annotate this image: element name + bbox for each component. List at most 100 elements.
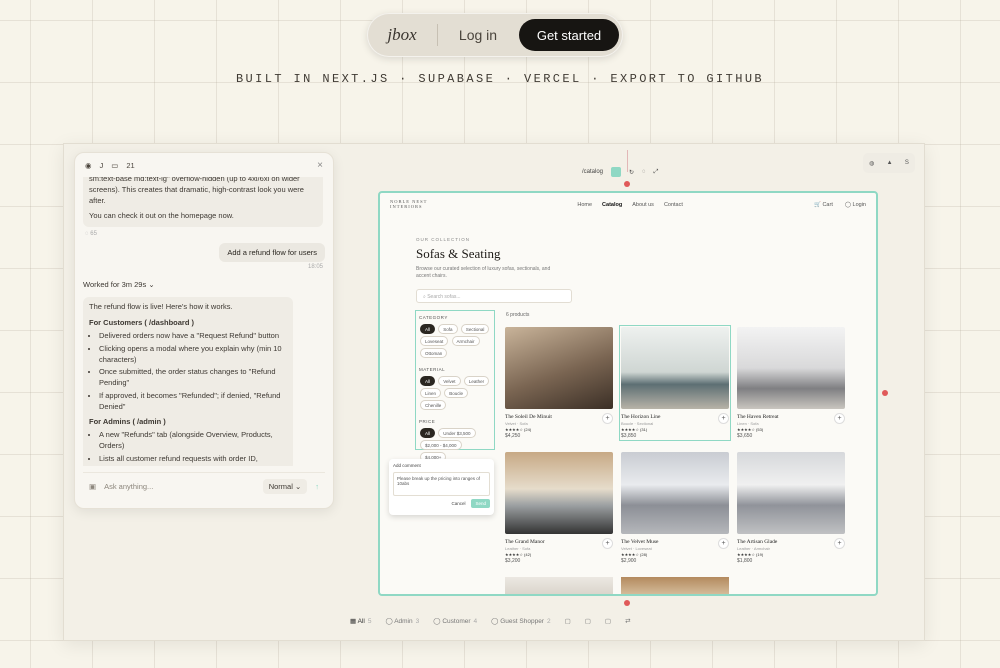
chat-panel: ◉ J ▭ 21 × sm:text-base md:text-lg" over…	[74, 152, 334, 509]
role-filter-bar: ▦ All 5 ◯ Admin 3 ◯ Customer 4 ◯ Guest Shop…	[350, 617, 631, 625]
product-image	[505, 577, 613, 594]
filter-chip[interactable]: $2,000 - $4,000	[420, 440, 462, 450]
product-name: The Grand Manor	[505, 539, 545, 545]
user-message: Add a refund flow for users	[219, 243, 325, 262]
role-tab-customer[interactable]: ◯ Customer 4	[433, 617, 477, 625]
add-to-cart-button[interactable]: +	[602, 538, 613, 549]
marker-dot	[624, 181, 630, 187]
nav-link-about[interactable]: About us	[632, 202, 654, 208]
nav-link-contact[interactable]: Contact	[664, 202, 683, 208]
comment-icon[interactable]: ▢	[565, 617, 571, 625]
product-meta: Velvet · Sofa	[505, 421, 528, 426]
attach-image-icon[interactable]: ▣	[89, 482, 96, 491]
filter-chip[interactable]: Boucle	[444, 388, 469, 398]
filter-chip[interactable]: Sofa	[438, 324, 458, 334]
login-link[interactable]: Log in	[438, 27, 518, 43]
filter-chip[interactable]: Under $3,500	[438, 428, 476, 438]
marker-dot	[882, 390, 888, 396]
page-title: Sofas & Seating	[416, 246, 501, 261]
nav-link-catalog[interactable]: Catalog	[602, 202, 622, 208]
mode-select[interactable]: Normal ⌄	[262, 479, 308, 494]
role-tab-guest[interactable]: ◯ Guest Shopper 2	[491, 617, 550, 625]
chevron-down-icon: ⌄	[148, 280, 155, 289]
list-item: If approved, it becomes "Refunded"; if d…	[99, 391, 287, 413]
filter-label: MATERIAL	[419, 367, 446, 372]
desktop-view-icon[interactable]	[611, 167, 622, 177]
product-price: $2,900	[621, 558, 637, 564]
send-arrow-icon[interactable]: ↑	[315, 482, 319, 491]
brand-logo[interactable]: jbox	[367, 25, 437, 45]
filter-chip[interactable]: All	[420, 428, 436, 438]
list-item: A new "Refunds" tab (alongside Overview,…	[99, 430, 287, 452]
worked-label: Worked for 3m 29s	[83, 280, 147, 289]
preview-toolbar: /catalog ↻ ◌ ⤢	[582, 167, 658, 177]
product-rating: ★★★★☆ (28)	[621, 552, 648, 557]
expand-icon[interactable]: ⤢	[654, 169, 659, 176]
product-price: $3,850	[621, 433, 637, 439]
ai-message-meta: ◌ 65	[85, 230, 97, 237]
comment-send-button[interactable]: Send	[471, 499, 490, 508]
route-label[interactable]: /catalog	[582, 169, 603, 175]
filter-chip[interactable]: Loveseat	[420, 336, 449, 346]
comment-cancel-button[interactable]: Cancel	[451, 501, 465, 506]
product-card[interactable]: The Haven Retreat Linen · Sofa ★★★★☆ (53…	[737, 327, 845, 439]
chat-bubble-icon[interactable]: ▢	[585, 617, 591, 625]
ai-message-text: You can check it out on the homepage now…	[89, 210, 234, 220]
product-card[interactable]: The Velvet Muse Velvet · Loveseat ★★★★☆ …	[621, 452, 729, 564]
add-to-cart-button[interactable]: +	[834, 413, 845, 424]
filter-label: CATEGORY	[419, 315, 448, 320]
close-icon[interactable]: ×	[317, 160, 323, 171]
add-to-cart-button[interactable]: +	[834, 538, 845, 549]
product-image	[737, 327, 845, 409]
add-comment-popover: Add comment Please break up the pricing …	[389, 459, 494, 515]
product-rating: ★★★★☆ (24)	[505, 427, 532, 432]
cart-link[interactable]: 🛒 Cart	[814, 202, 833, 208]
login-link-site[interactable]: ◯ Login	[845, 202, 866, 208]
user-initial: J	[99, 160, 104, 170]
filter-chip[interactable]: Sectional	[460, 324, 490, 334]
filter-chip[interactable]: Armchair	[451, 336, 480, 346]
product-meta: Leather · Armchair	[737, 546, 770, 551]
get-started-button[interactable]: Get started	[519, 19, 619, 51]
product-card[interactable]: The Horizon Line Boucle · Sectional ★★★★…	[619, 325, 731, 441]
product-rating: ★★★★☆ (53)	[737, 427, 764, 432]
share-icon[interactable]: ⇄	[625, 617, 630, 625]
github-icon[interactable]: ◍	[869, 160, 874, 167]
filter-chip[interactable]: Ottoman	[420, 348, 448, 358]
site-preview[interactable]: NOBLE NEST INTERIORS Home Catalog About u…	[378, 191, 878, 596]
filter-chip[interactable]: All	[420, 324, 436, 334]
product-card[interactable]: The Artisan Glade Leather · Armchair ★★★…	[737, 452, 845, 564]
settings-label[interactable]: S	[905, 160, 909, 166]
deploy-icon[interactable]: ▲	[887, 160, 893, 166]
site-logo[interactable]: NOBLE NEST INTERIORS	[390, 199, 427, 210]
add-to-cart-button[interactable]: +	[718, 413, 729, 424]
filter-chip[interactable]: Velvet	[438, 376, 461, 386]
nav-link-home[interactable]: Home	[577, 202, 592, 208]
product-card[interactable]: The Grand Manor Leather · Sofa ★★★★☆ (42…	[505, 452, 613, 564]
filter-chip[interactable]: All	[420, 376, 436, 386]
history-icon[interactable]: ▢	[605, 617, 611, 625]
comment-textarea[interactable]: Please break up the pricing into ranges …	[393, 472, 490, 496]
add-to-cart-button[interactable]: +	[602, 413, 613, 424]
search-input[interactable]: ⌕ Search sofas...	[416, 289, 572, 303]
message-count: 21	[126, 160, 135, 170]
filter-chip[interactable]: Leather	[463, 376, 490, 386]
chat-input[interactable]: Ask anything...	[104, 482, 153, 491]
right-toolbar: ◍ ▲ S	[863, 153, 915, 173]
list-item: Lists all customer refund requests with …	[99, 454, 287, 465]
add-to-cart-button[interactable]: +	[718, 538, 729, 549]
chat-messages[interactable]: sm:text-base md:text-lg" overflow-hidden…	[75, 177, 333, 466]
product-meta: Linen · Sofa	[737, 421, 759, 426]
role-tab-admin[interactable]: ◯ Admin 3	[385, 617, 419, 625]
role-tab-all[interactable]: ▦ All 5	[350, 617, 371, 625]
filter-chip[interactable]: Linen	[420, 388, 442, 398]
product-card[interactable]: The Soleil De Minuit Velvet · Sofa ★★★★☆…	[505, 327, 613, 439]
filter-panel: CATEGORY All Sofa Sectional Loveseat Arm…	[415, 310, 495, 462]
list-item: Clicking opens a modal where you explain…	[99, 344, 287, 366]
refresh-icon[interactable]: ↻	[629, 169, 634, 176]
filter-chip[interactable]: Chenille	[420, 400, 447, 410]
product-rating: ★★★★☆ (19)	[737, 552, 764, 557]
worked-toggle[interactable]: Worked for 3m 29s ⌄	[83, 280, 155, 289]
product-image	[621, 452, 729, 534]
product-name: The Artisan Glade	[737, 539, 778, 545]
